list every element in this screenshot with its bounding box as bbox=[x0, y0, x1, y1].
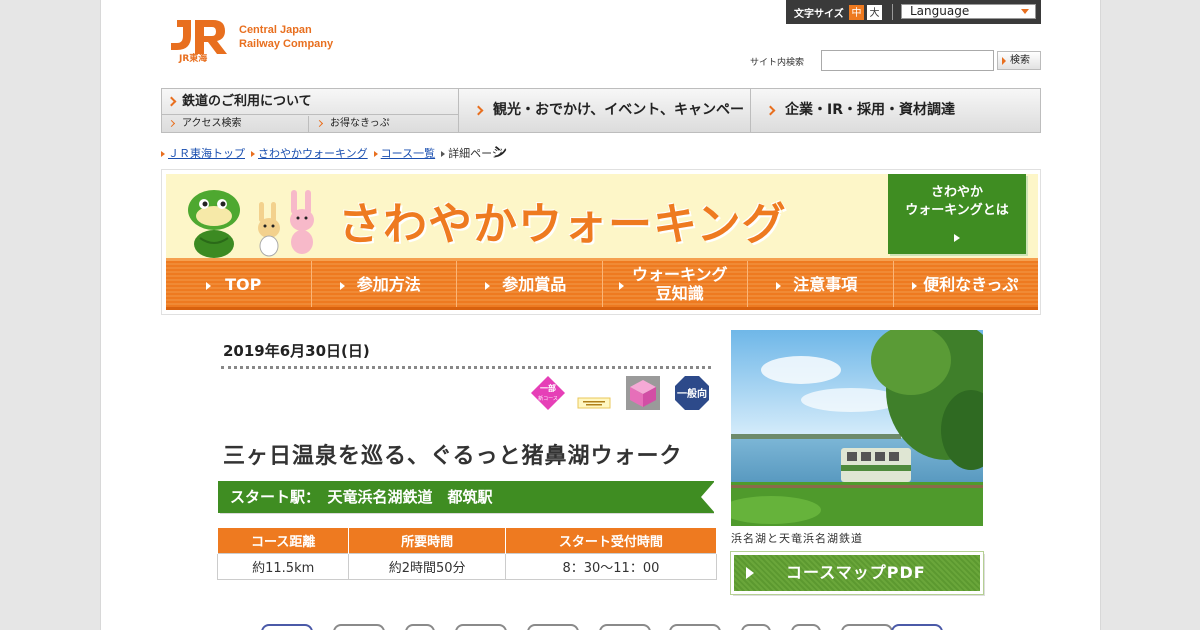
mascot-illustration bbox=[188, 190, 314, 258]
language-select[interactable]: Language bbox=[901, 4, 1036, 19]
table-cell-start-time: 8：30～11：00 bbox=[504, 553, 718, 580]
facility-icon bbox=[455, 624, 507, 630]
table-header-duration: 所要時間 bbox=[348, 527, 506, 554]
nav-access-search[interactable]: アクセス検索 bbox=[162, 116, 309, 132]
nav-rail-usage[interactable]: 鉄道のご利用について bbox=[162, 89, 458, 115]
svg-text:新コース: 新コース bbox=[538, 395, 558, 402]
company-name: Central Japan Railway Company bbox=[239, 24, 334, 50]
breadcrumb-jr-top[interactable]: ＪＲ東海トップ bbox=[161, 147, 245, 161]
page: JR東海 Central Japan Railway Company 文字サイズ… bbox=[100, 0, 1101, 630]
course-title: 三ヶ日温泉を巡る、ぐるっと猪鼻湖ウォーク bbox=[223, 444, 683, 469]
walking-nav-cautions[interactable]: 注意事項 bbox=[748, 261, 894, 307]
facility-icon bbox=[599, 624, 651, 630]
arrow-right-icon bbox=[1002, 57, 1006, 65]
walking-nav-prizes[interactable]: 参加賞品 bbox=[457, 261, 603, 307]
arrow-right-icon bbox=[618, 282, 624, 290]
facility-icon bbox=[791, 624, 821, 630]
table-cell-duration: 約2時間50分 bbox=[348, 553, 506, 580]
chevron-down-icon bbox=[1021, 9, 1029, 14]
breadcrumb-walking[interactable]: さわやかウォーキング bbox=[251, 147, 368, 161]
cube-badge bbox=[626, 376, 660, 410]
what-is-walking-button[interactable]: さわやか ウォーキングとは bbox=[888, 174, 1026, 254]
facility-icon bbox=[669, 624, 721, 630]
font-size-medium-button[interactable]: 中 bbox=[849, 5, 864, 20]
global-nav: 鉄道のご利用について アクセス検索 お得なきっぷ 観光・おでかけ、イベント、キャ… bbox=[161, 88, 1041, 161]
walking-nav: TOP 参加方法 参加賞品 ウォーキング 豆知識 注意事項 便利なきっぷ bbox=[166, 258, 1038, 310]
facility-icon bbox=[891, 624, 943, 630]
chevron-right-icon bbox=[473, 105, 484, 116]
event-badge bbox=[577, 397, 611, 409]
arrow-right-icon bbox=[485, 282, 490, 290]
arrow-right-icon bbox=[911, 282, 917, 290]
walking-nav-tickets[interactable]: 便利なきっぷ bbox=[894, 261, 1039, 307]
chevron-right-icon bbox=[315, 119, 324, 128]
arrow-right-icon bbox=[746, 567, 754, 579]
course-photo bbox=[731, 330, 983, 526]
walking-nav-top[interactable]: TOP bbox=[166, 261, 312, 307]
breadcrumb-course-list[interactable]: コース一覧 bbox=[373, 147, 435, 161]
breadcrumb: ＪＲ東海トップ さわやかウォーキング コース一覧 詳細ページ bbox=[161, 147, 503, 161]
breadcrumb-current: 詳細ページ bbox=[441, 147, 503, 161]
chevron-right-icon bbox=[765, 105, 776, 116]
table-header-start-time: スタート受付時間 bbox=[504, 527, 718, 554]
table-cell-distance: 約11.5km bbox=[216, 553, 350, 580]
svg-text:一部: 一部 bbox=[540, 383, 556, 393]
banner-header: さわやかウォーキング さわやか ウォーキングとは bbox=[166, 174, 1038, 258]
font-size-large-button[interactable]: 大 bbox=[867, 5, 882, 20]
icon-row-partial bbox=[251, 624, 951, 630]
facility-icon bbox=[405, 624, 435, 630]
logo-subtitle: JR東海 bbox=[179, 54, 208, 64]
facility-icon bbox=[841, 624, 893, 630]
table-header-distance: コース距離 bbox=[216, 527, 350, 554]
search-label: サイト内検索 bbox=[750, 58, 805, 68]
course-date: 2019年6月30日(日) bbox=[223, 342, 370, 360]
walking-banner: さわやかウォーキング さわやか ウォーキングとは TOP 参加方法 参加賞品 ウ… bbox=[161, 169, 1041, 315]
general-audience-badge: 一般向 bbox=[675, 376, 709, 410]
facility-icon bbox=[333, 624, 385, 630]
font-size-label: 文字サイズ bbox=[794, 9, 844, 20]
walking-nav-tips[interactable]: ウォーキング 豆知識 bbox=[603, 261, 748, 307]
partial-new-course-badge: 一部 新コース bbox=[531, 376, 565, 410]
nav-corporate[interactable]: 企業・IR・採用・資材調達 bbox=[750, 89, 1041, 132]
start-station-bar: スタート駅： 天竜浜名湖鉄道 都筑駅 bbox=[218, 481, 715, 513]
nav-discount-tickets[interactable]: お得なきっぷ bbox=[310, 116, 458, 132]
facility-icon bbox=[527, 624, 579, 630]
search-button[interactable]: 検索 bbox=[997, 51, 1041, 70]
banner-title: さわやかウォーキング bbox=[338, 199, 787, 250]
facility-icon bbox=[741, 624, 771, 630]
course-info-table: コース距離 所要時間 スタート受付時間 約11.5km 約2時間50分 8：30… bbox=[216, 527, 718, 580]
chevron-right-icon bbox=[167, 119, 176, 128]
arrow-right-icon bbox=[206, 282, 211, 290]
svg-text:一般向: 一般向 bbox=[677, 387, 707, 400]
walking-nav-how-to-join[interactable]: 参加方法 bbox=[312, 261, 457, 307]
nav-tourism[interactable]: 観光・おでかけ、イベント、キャンペーン bbox=[458, 89, 750, 161]
arrow-right-icon bbox=[776, 282, 781, 290]
course-map-pdf-button[interactable]: コースマップPDF bbox=[730, 551, 984, 595]
chevron-right-icon bbox=[166, 96, 177, 107]
utility-bar: 文字サイズ 中 大 Language bbox=[786, 0, 1041, 24]
arrow-right-icon bbox=[954, 234, 960, 242]
facility-icon bbox=[261, 624, 313, 630]
table-row: 約11.5km 約2時間50分 8：30～11：00 bbox=[216, 553, 718, 580]
photo-caption: 浜名湖と天竜浜名湖鉄道 bbox=[731, 532, 863, 545]
search-input[interactable] bbox=[821, 50, 994, 71]
divider bbox=[892, 4, 893, 20]
arrow-right-icon bbox=[339, 282, 345, 290]
dotted-divider bbox=[221, 366, 711, 369]
